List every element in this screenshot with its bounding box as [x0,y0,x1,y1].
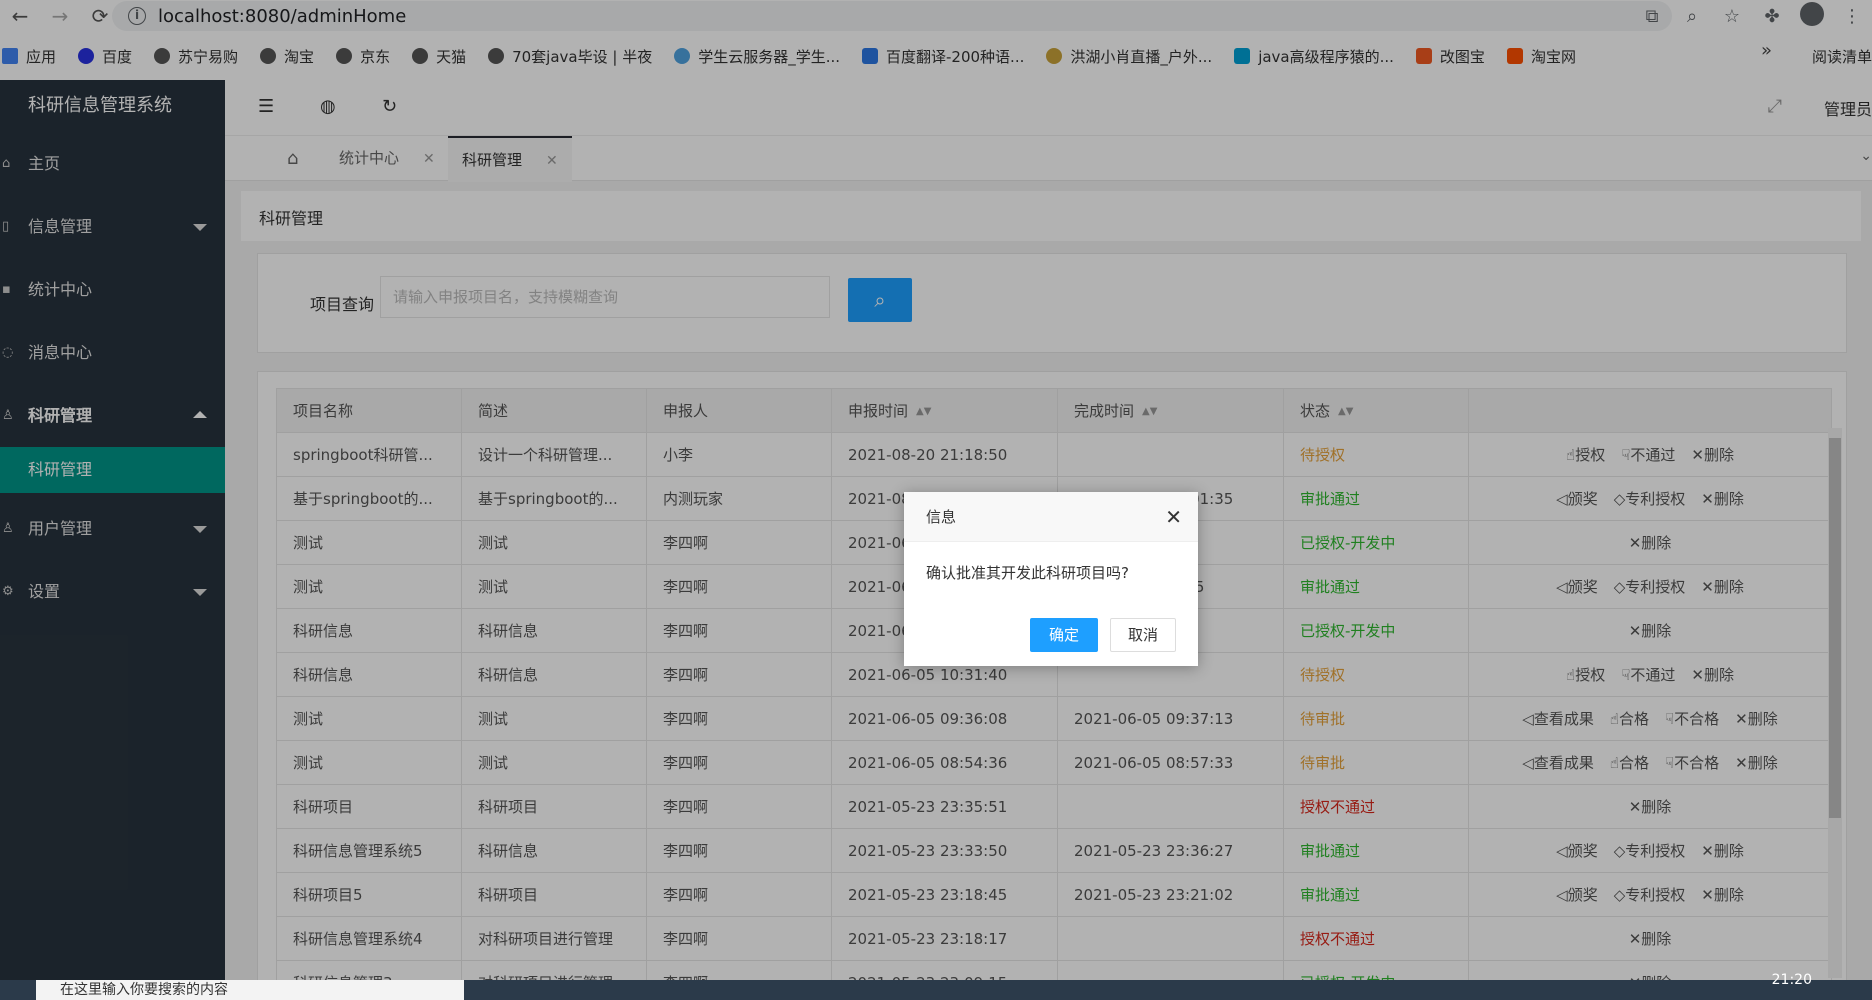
confirm-button[interactable]: 确定 [1030,618,1098,652]
dialog-title: 信息 [926,508,957,526]
dialog-buttons: 确定 取消 [1030,618,1176,652]
confirm-dialog: 信息 ✕ 确认批准其开发此科研项目吗? 确定 取消 [904,492,1198,666]
taskbar-search[interactable]: 在这里输入你要搜索的内容 [36,980,464,1000]
screen: ← → ⟳ i localhost:8080/adminHome ⧉ ⌕ ☆ ✤… [0,0,1872,1000]
dialog-header: 信息 ✕ [904,492,1198,542]
os-taskbar: 在这里输入你要搜索的内容 21:20 [0,972,1872,1000]
dialog-message: 确认批准其开发此科研项目吗? [926,564,1129,582]
clock: 21:20 [1771,972,1812,988]
close-icon[interactable]: ✕ [1165,492,1182,542]
cancel-button[interactable]: 取消 [1110,618,1176,652]
